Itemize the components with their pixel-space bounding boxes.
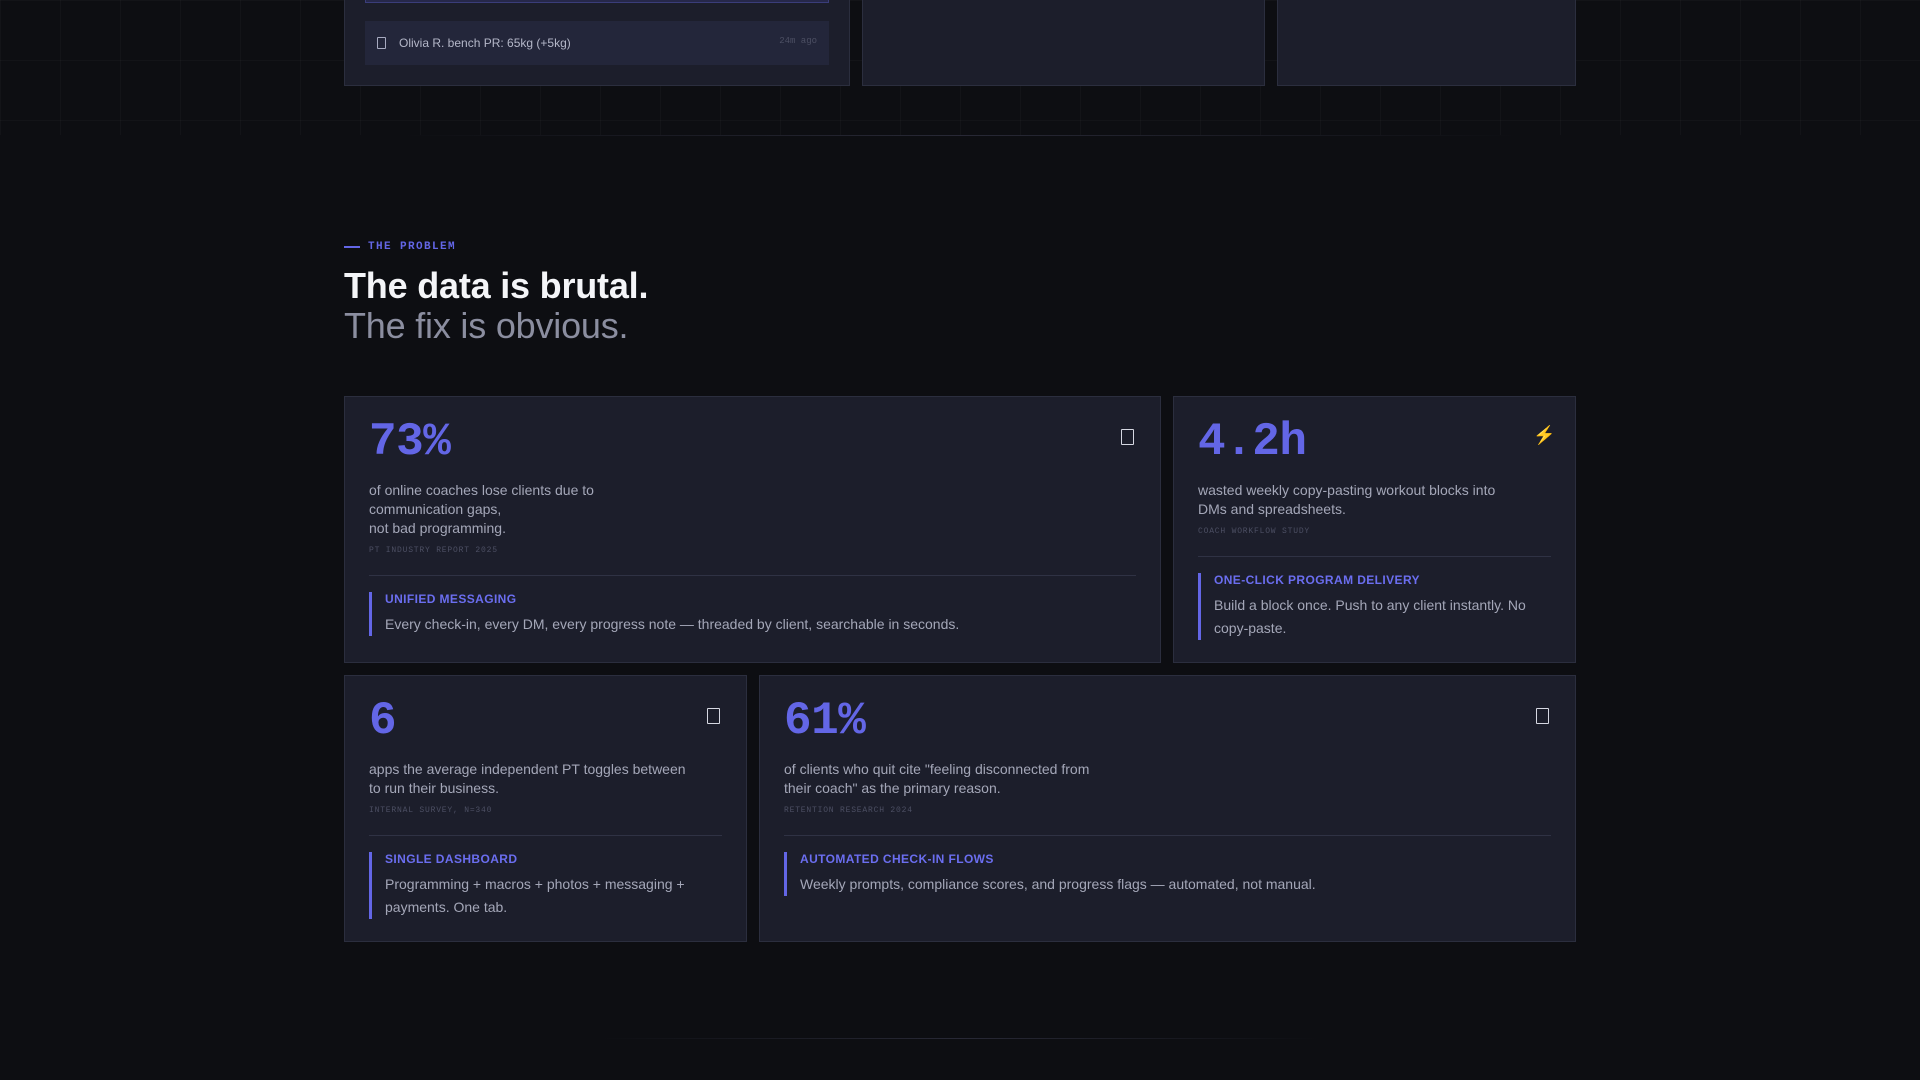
stat-card-time-wasted: ⚡ 4.2h wasted weekly copy-pasting workou… bbox=[1173, 396, 1576, 663]
feature-title: UNIFIED MESSAGING bbox=[385, 592, 517, 606]
feature-callout: UNIFIED MESSAGING Every check-in, every … bbox=[369, 592, 1136, 636]
feed-item-text: Olivia R. bench PR: 65kg (+5kg) bbox=[399, 36, 571, 50]
section-heading: The data is brutal. bbox=[344, 265, 649, 306]
preview-card-right bbox=[1277, 0, 1576, 86]
stat-card-apps: 6 apps the average independent PT toggle… bbox=[344, 675, 747, 942]
stat-source: COACH WORKFLOW STUDY bbox=[1198, 527, 1311, 536]
feature-description: Build a block once. Push to any client i… bbox=[1214, 597, 1526, 636]
feature-title: SINGLE DASHBOARD bbox=[385, 852, 518, 866]
feature-description: Weekly prompts, compliance scores, and p… bbox=[800, 876, 1316, 892]
stat-description: wasted weekly copy-pasting workout block… bbox=[1198, 482, 1496, 517]
card-separator bbox=[1198, 556, 1551, 557]
stat-card-retention: 61% of clients who quit cite "feeling di… bbox=[759, 675, 1576, 942]
feature-callout: AUTOMATED CHECK-IN FLOWS Weekly prompts,… bbox=[784, 852, 1551, 896]
stat-value: 4.2h bbox=[1198, 416, 1307, 468]
stat-source: PT INDUSTRY REPORT 2025 bbox=[369, 546, 498, 555]
stat-description: of clients who quit cite "feeling discon… bbox=[784, 761, 1090, 796]
section-eyebrow: THE PROBLEM bbox=[344, 241, 456, 253]
preview-card-middle bbox=[862, 0, 1265, 86]
feature-callout: ONE-CLICK PROGRAM DELIVERY Build a block… bbox=[1198, 573, 1551, 640]
feature-description: Programming + macros + photos + messagin… bbox=[385, 876, 685, 915]
stat-source: RETENTION RESEARCH 2024 bbox=[784, 806, 913, 815]
feed-item-time: 24m ago bbox=[779, 36, 817, 46]
feed-item-highlight bbox=[365, 0, 829, 3]
stat-value: 6 bbox=[369, 695, 397, 747]
section-divider-top bbox=[400, 135, 1520, 136]
feed-item: Olivia R. bench PR: 65kg (+5kg) 24m ago bbox=[365, 21, 829, 65]
dashboard-icon bbox=[707, 708, 720, 724]
eyebrow-dash bbox=[344, 246, 360, 248]
feature-title: AUTOMATED CHECK-IN FLOWS bbox=[800, 852, 994, 866]
section-divider-bottom bbox=[600, 1038, 1320, 1039]
stat-value: 73% bbox=[369, 416, 451, 468]
section-subheading: The fix is obvious. bbox=[344, 305, 629, 346]
stat-value: 61% bbox=[784, 695, 866, 747]
feature-callout: SINGLE DASHBOARD Programming + macros + … bbox=[369, 852, 722, 919]
card-separator bbox=[369, 575, 1136, 576]
message-icon bbox=[1121, 429, 1134, 445]
activity-feed-card: Olivia R. bench PR: 65kg (+5kg) 24m ago bbox=[344, 0, 850, 86]
stat-card-communication: 73% of online coaches lose clients due t… bbox=[344, 396, 1161, 663]
stat-description: of online coaches lose clients due to co… bbox=[369, 482, 594, 536]
lightning-icon: ⚡ bbox=[1533, 425, 1556, 445]
card-separator bbox=[784, 835, 1551, 836]
eyebrow-label: THE PROBLEM bbox=[368, 241, 457, 253]
stat-source: INTERNAL SURVEY, N=340 bbox=[369, 806, 493, 815]
note-icon bbox=[377, 37, 386, 49]
feature-title: ONE-CLICK PROGRAM DELIVERY bbox=[1214, 573, 1420, 587]
checkin-icon bbox=[1536, 708, 1549, 724]
stat-description: apps the average independent PT toggles … bbox=[369, 761, 686, 796]
feature-description: Every check-in, every DM, every progress… bbox=[385, 616, 960, 632]
card-separator bbox=[369, 835, 722, 836]
